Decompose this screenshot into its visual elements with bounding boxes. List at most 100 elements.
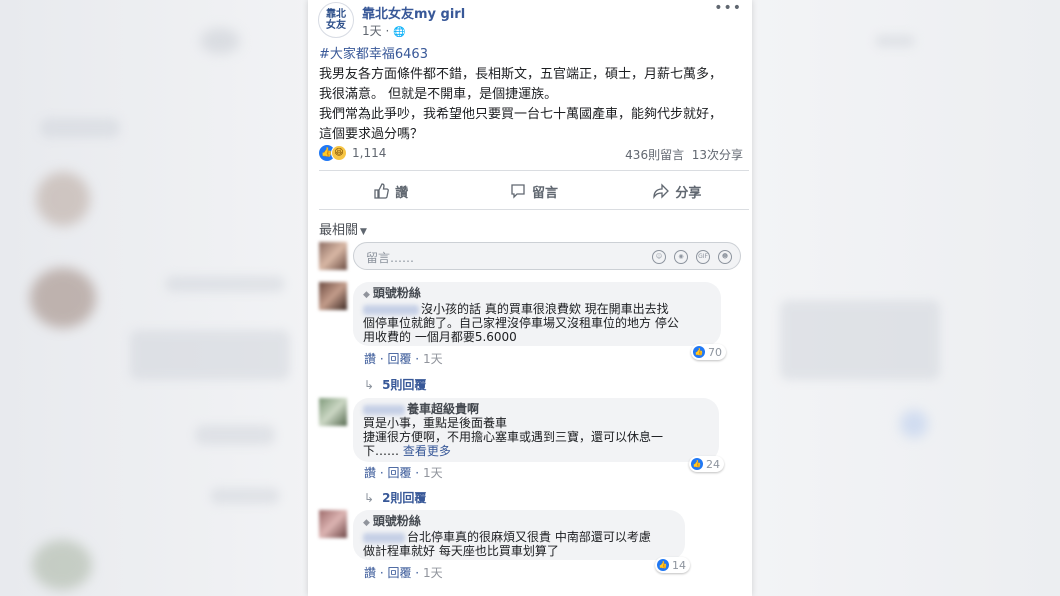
comment-button-label: 留言	[531, 185, 558, 201]
hashtag-link[interactable]: #大家都幸福6463	[319, 43, 428, 62]
like-mini-icon: 👍	[693, 346, 705, 358]
share-button-label: 分享	[675, 185, 702, 201]
comment-reply-link[interactable]: 回覆	[387, 352, 411, 366]
comment-time[interactable]: 1天	[423, 352, 443, 366]
commenter-avatar[interactable]	[319, 282, 347, 310]
like-button-label: 讚	[395, 185, 409, 201]
comment-reply-link[interactable]: 回覆	[387, 566, 411, 580]
badge-label: 頭號粉絲	[372, 514, 421, 528]
diamond-icon: ◆	[363, 518, 370, 528]
like-button[interactable]: 讚	[319, 177, 462, 205]
reaction-summary: 👍 😆 1,114 436則留言 13次分享	[319, 145, 743, 163]
comment-line: 買是小事，重點是後面養車	[363, 416, 508, 430]
logo-text-bottom: 女友	[326, 20, 346, 31]
comment-bubble-icon	[511, 184, 525, 199]
comment-reaction-count: 70	[708, 345, 722, 359]
sticker-icon[interactable]: ☻	[718, 250, 732, 264]
page-logo-avatar[interactable]: 靠北 女友	[318, 2, 354, 38]
gif-icon[interactable]: GIF	[696, 250, 710, 264]
comment-sort-dropdown[interactable]: 最相關 ▼	[319, 219, 367, 238]
view-replies-link[interactable]: ↳ 5則回覆	[364, 376, 426, 393]
comment-item: ◆ 頭號粉絲 台北停車真的很麻煩又很貴 中南部還可以考慮 做計程車就好 每天座也比…	[319, 510, 743, 586]
comment-line: 台北停車真的很麻煩又很貴 中南部還可以考慮	[407, 530, 651, 544]
comment-reply-link[interactable]: 回覆	[387, 466, 411, 480]
share-button[interactable]: 分享	[606, 177, 749, 205]
comment-composer: 留言…… ☺ ◉ GIF ☻	[319, 242, 743, 272]
like-mini-icon: 👍	[657, 559, 669, 571]
comment-button[interactable]: 留言	[462, 177, 605, 205]
current-user-avatar[interactable]	[319, 242, 347, 270]
comment-line: 做計程車就好 每天座也比買車划算了	[363, 544, 559, 558]
post-timestamp[interactable]: 1天 · 🌐	[362, 22, 406, 39]
haha-reaction-icon[interactable]: 😆	[331, 145, 347, 161]
camera-icon[interactable]: ◉	[674, 250, 688, 264]
comment-line: 用收費的 一個月都要5.6000	[363, 330, 517, 344]
post-body-line: 這個要求過分嗎？	[319, 127, 424, 142]
top-fan-badge: ◆ 頭號粉絲	[363, 286, 711, 302]
divider	[319, 209, 749, 210]
comment-reaction-pill[interactable]: 👍 70	[691, 344, 726, 360]
comment-like-link[interactable]: 讚	[364, 466, 376, 480]
shares-count-link[interactable]: 13次分享	[692, 148, 743, 162]
comments-count-link[interactable]: 436則留言	[625, 148, 684, 162]
comment-like-link[interactable]: 讚	[364, 352, 376, 366]
reaction-count[interactable]: 1,114	[352, 146, 386, 160]
comment-line: 捷運很方便啊，不用擔心塞車或遇到三寶，還可以休息一	[363, 430, 664, 444]
like-mini-icon: 👍	[691, 458, 703, 470]
globe-icon: 🌐	[393, 27, 406, 38]
logo-text-top: 靠北	[326, 9, 346, 20]
comment-reaction-pill[interactable]: 👍 24	[689, 456, 724, 472]
caret-down-icon: ▼	[360, 227, 367, 237]
comment-time[interactable]: 1天	[423, 466, 443, 480]
comment-text-last: 下…… 查看更多	[363, 444, 709, 458]
comment-bubble: ◆ 頭號粉絲 台北停車真的很麻煩又很貴 中南部還可以考慮 做計程車就好 每天座也比…	[353, 510, 685, 560]
facebook-post-card: 靠北 女友 靠北女友my girl 1天 · 🌐 ••• #大家都幸福6463 …	[308, 0, 752, 596]
divider	[319, 170, 749, 171]
comment-actions: 讚 · 回覆 · 1天	[364, 466, 443, 480]
comment-actions: 讚 · 回覆 · 1天	[364, 352, 443, 366]
comment-reaction-count: 24	[706, 457, 720, 471]
commenter-avatar[interactable]	[319, 510, 347, 538]
thumbs-up-icon	[374, 183, 390, 199]
comment-text: 沒小孩的話 真的買車很浪費欸 現在開車出去找	[363, 302, 711, 316]
comment-input[interactable]: 留言…… ☺ ◉ GIF ☻	[353, 242, 741, 270]
view-replies-link[interactable]: ↳ 2則回覆	[364, 489, 426, 506]
badge-label: 頭號粉絲	[372, 286, 421, 300]
comment-line: 沒小孩的話 真的買車很浪費欸 現在開車出去找	[421, 302, 669, 316]
comment-author: 養車超級貴啊	[363, 402, 709, 416]
post-time-text: 1天 ·	[362, 24, 394, 38]
comment-reaction-count: 14	[672, 558, 686, 572]
see-more-link[interactable]: 查看更多	[403, 444, 451, 458]
composer-icons: ☺ ◉ GIF ☻	[652, 250, 732, 264]
post-body: 我男友各方面條件都不錯，長相斯文，五官端正，碩士，月薪七萬多， 我很滿意。 但就…	[319, 65, 743, 145]
emoji-icon[interactable]: ☺	[652, 250, 666, 264]
comment-bubble: ◆ 頭號粉絲 沒小孩的話 真的買車很浪費欸 現在開車出去找 個停車位就飽了。自己家…	[353, 282, 721, 346]
post-stats: 436則留言 13次分享	[625, 146, 743, 163]
commenter-avatar[interactable]	[319, 398, 347, 426]
comment-reaction-pill[interactable]: 👍 14	[655, 557, 690, 573]
commenter-name-redacted[interactable]	[363, 532, 405, 543]
commenter-name-redacted[interactable]	[363, 304, 419, 315]
comment-time[interactable]: 1天	[423, 566, 443, 580]
comment-item: 養車超級貴啊 買是小事，重點是後面養車 捷運很方便啊，不用擔心塞車或遇到三寶，還…	[319, 398, 743, 486]
comment-bubble: 養車超級貴啊 買是小事，重點是後面養車 捷運很方便啊，不用擔心塞車或遇到三寶，還…	[353, 398, 719, 462]
post-body-line: 我男友各方面條件都不錯，長相斯文，五官端正，碩士，月薪七萬多，	[319, 67, 723, 82]
commenter-name-redacted[interactable]	[363, 404, 405, 415]
reply-arrow-icon: ↳	[364, 491, 375, 505]
more-options-icon[interactable]: •••	[714, 0, 742, 16]
post-body-line: 我很滿意。 但就是不開車，是個捷運族。	[319, 87, 558, 102]
comment-text: 台北停車真的很麻煩又很貴 中南部還可以考慮	[363, 530, 675, 544]
top-fan-badge: ◆ 頭號粉絲	[363, 514, 675, 530]
comment-actions: 讚 · 回覆 · 1天	[364, 566, 443, 580]
post-header: 靠北 女友 靠北女友my girl 1天 · 🌐 •••	[318, 0, 742, 39]
page-name-link[interactable]: 靠北女友my girl	[362, 3, 465, 22]
comment-item: ◆ 頭號粉絲 沒小孩的話 真的買車很浪費欸 現在開車出去找 個停車位就飽了。自己家…	[319, 282, 743, 372]
replies-label: 5則回覆	[382, 378, 427, 392]
share-arrow-icon	[653, 183, 670, 199]
sort-label: 最相關	[319, 223, 359, 238]
commenter-name[interactable]: 養車超級貴啊	[407, 402, 479, 416]
comment-like-link[interactable]: 讚	[364, 566, 376, 580]
reply-arrow-icon: ↳	[364, 378, 375, 392]
comment-line: 個停車位就飽了。自己家裡沒停車場又沒租車位的地方 停公	[363, 316, 679, 330]
post-body-line: 我們常為此爭吵，我希望他只要買一台七十萬國產車，能夠代步就好，	[319, 107, 723, 122]
